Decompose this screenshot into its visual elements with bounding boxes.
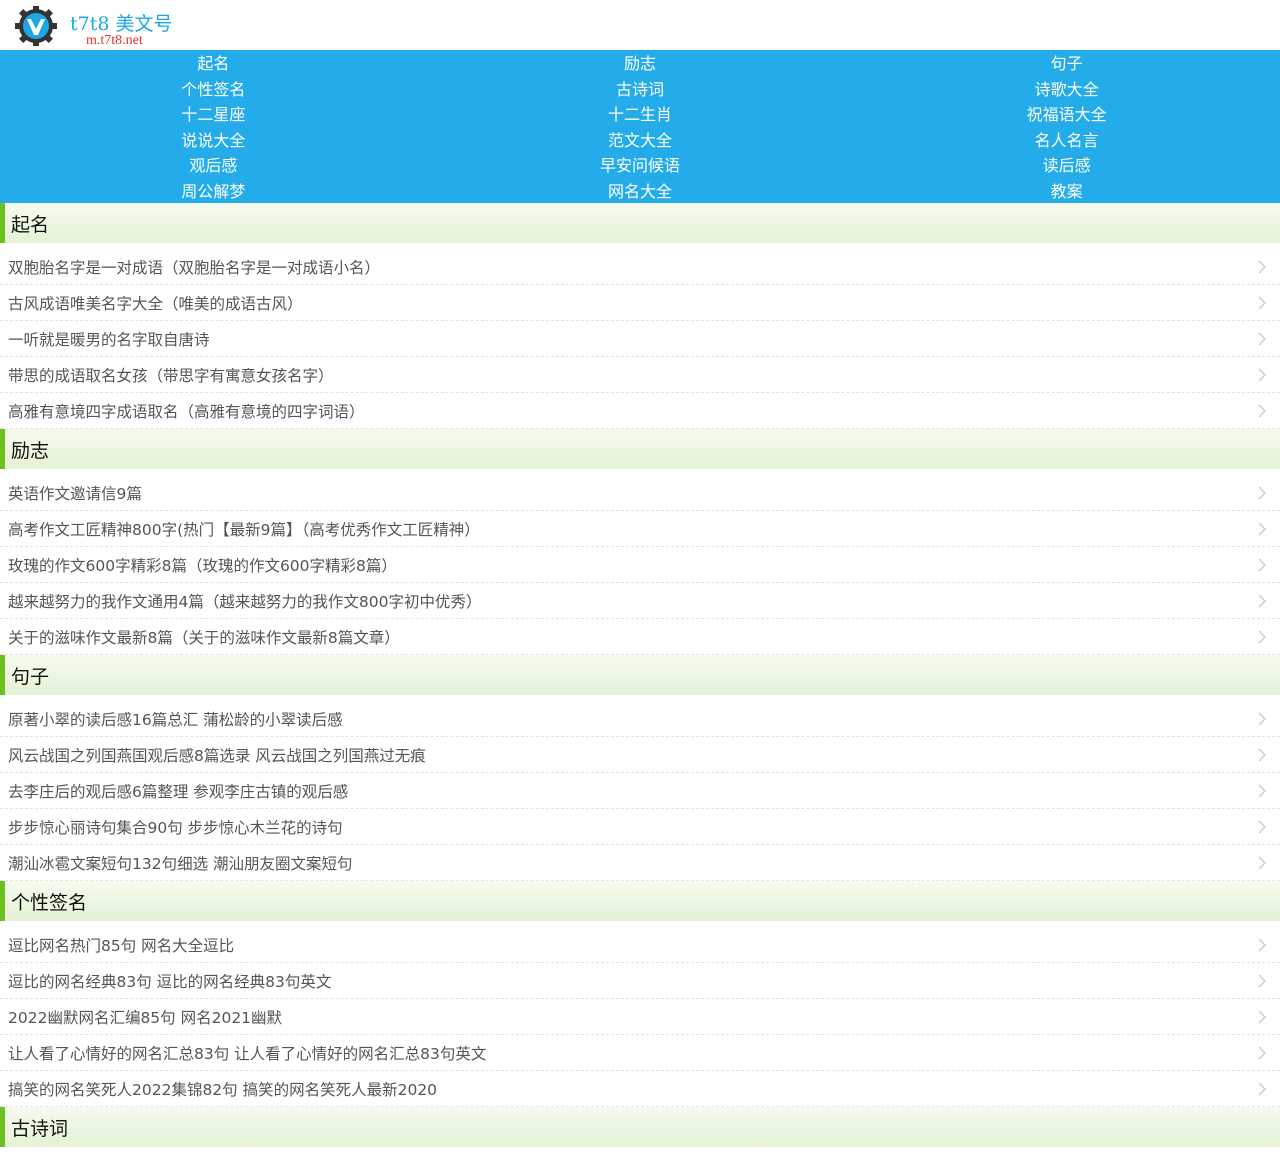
article-title-link[interactable]: 去李庄后的观后感6篇整理 参观李庄古镇的观后感 bbox=[8, 780, 348, 802]
nav-item[interactable]: 名人名言 bbox=[853, 128, 1280, 154]
section-heading[interactable]: 励志 bbox=[0, 429, 1280, 469]
chevron-right-icon bbox=[1256, 404, 1268, 418]
list-item[interactable]: 双胞胎名字是一对成语（双胞胎名字是一对成语小名） bbox=[0, 249, 1280, 285]
site-name-ascii: t7t8 bbox=[70, 13, 110, 35]
article-list: 英语作文邀请信9篇高考作文工匠精神800字(热门【最新9篇】（高考优秀作文工匠精… bbox=[0, 475, 1280, 655]
chevron-right-icon bbox=[1256, 748, 1268, 762]
chevron-right-icon bbox=[1256, 1082, 1268, 1096]
gear-logo-icon[interactable] bbox=[8, 6, 66, 46]
article-title-link[interactable]: 风云战国之列国燕国观后感8篇选录 风云战国之列国燕过无痕 bbox=[8, 744, 426, 766]
chevron-right-icon bbox=[1256, 296, 1268, 310]
list-item[interactable]: 让人看了心情好的网名汇总83句 让人看了心情好的网名汇总83句英文 bbox=[0, 1035, 1280, 1071]
list-item[interactable]: 带思的成语取名女孩（带思字有寓意女孩名字） bbox=[0, 357, 1280, 393]
nav-item[interactable]: 早安问候语 bbox=[427, 153, 854, 179]
nav-item[interactable]: 读后感 bbox=[853, 153, 1280, 179]
chevron-right-icon bbox=[1256, 260, 1268, 274]
article-list: 逗比网名热门85句 网名大全逗比逗比的网名经典83句 逗比的网名经典83句英文 2… bbox=[0, 927, 1280, 1107]
article-title-link[interactable]: 潮汕冰雹文案短句132句细选 潮汕朋友圈文案短句 bbox=[8, 852, 353, 874]
article-title-link[interactable]: 高雅有意境四字成语取名（高雅有意境的四字词语） bbox=[8, 400, 365, 422]
list-item[interactable]: 越来越努力的我作文通用4篇（越来越努力的我作文800字初中优秀） bbox=[0, 583, 1280, 619]
list-item[interactable]: 步步惊心丽诗句集合90句 步步惊心木兰花的诗句 bbox=[0, 809, 1280, 845]
nav-item[interactable]: 网名大全 bbox=[427, 179, 854, 205]
article-title-link[interactable]: 逗比网名热门85句 网名大全逗比 bbox=[8, 934, 234, 956]
nav-item[interactable]: 起名 bbox=[0, 51, 427, 77]
chevron-right-icon bbox=[1256, 856, 1268, 870]
content-sections: 起名双胞胎名字是一对成语（双胞胎名字是一对成语小名） 古风成语唯美名字大全（唯美的… bbox=[0, 203, 1280, 1147]
nav-item[interactable]: 十二生肖 bbox=[427, 102, 854, 128]
chevron-right-icon bbox=[1256, 712, 1268, 726]
list-item[interactable]: 2022幽默网名汇编85句 网名2021幽默 bbox=[0, 999, 1280, 1035]
article-title-link[interactable]: 逗比的网名经典83句 逗比的网名经典83句英文 bbox=[8, 970, 331, 992]
list-item[interactable]: 风云战国之列国燕国观后感8篇选录 风云战国之列国燕过无痕 bbox=[0, 737, 1280, 773]
article-title-link[interactable]: 高考作文工匠精神800字(热门【最新9篇】（高考优秀作文工匠精神） bbox=[8, 518, 480, 540]
article-title-link[interactable]: 让人看了心情好的网名汇总83句 让人看了心情好的网名汇总83句英文 bbox=[8, 1042, 486, 1064]
article-title-link[interactable]: 古风成语唯美名字大全（唯美的成语古风） bbox=[8, 292, 303, 314]
list-item[interactable]: 玫瑰的作文600字精彩8篇（玫瑰的作文600字精彩8篇） bbox=[0, 547, 1280, 583]
site-url: m.t7t8.net bbox=[86, 33, 143, 48]
category-nav: 起名 励志 句子个性签名 古诗词 诗歌大全十二星座 十二生肖 祝福语大全说说大全 范文大全 名人… bbox=[0, 50, 1280, 203]
nav-item[interactable]: 观后感 bbox=[0, 153, 427, 179]
list-item[interactable]: 高考作文工匠精神800字(热门【最新9篇】（高考优秀作文工匠精神） bbox=[0, 511, 1280, 547]
article-title-link[interactable]: 步步惊心丽诗句集合90句 步步惊心木兰花的诗句 bbox=[8, 816, 343, 838]
list-item[interactable]: 关于的滋味作文最新8篇（关于的滋味作文最新8篇文章） bbox=[0, 619, 1280, 655]
list-item[interactable]: 去李庄后的观后感6篇整理 参观李庄古镇的观后感 bbox=[0, 773, 1280, 809]
list-item[interactable]: 一听就是暖男的名字取自唐诗 bbox=[0, 321, 1280, 357]
chevron-right-icon bbox=[1256, 1010, 1268, 1024]
chevron-right-icon bbox=[1256, 594, 1268, 608]
list-item[interactable]: 潮汕冰雹文案短句132句细选 潮汕朋友圈文案短句 bbox=[0, 845, 1280, 881]
nav-item[interactable]: 句子 bbox=[853, 51, 1280, 77]
chevron-right-icon bbox=[1256, 368, 1268, 382]
nav-item[interactable]: 范文大全 bbox=[427, 128, 854, 154]
article-title-link[interactable]: 带思的成语取名女孩（带思字有寓意女孩名字） bbox=[8, 364, 334, 386]
article-title-link[interactable]: 2022幽默网名汇编85句 网名2021幽默 bbox=[8, 1006, 282, 1028]
chevron-right-icon bbox=[1256, 558, 1268, 572]
article-title-link[interactable]: 一听就是暖男的名字取自唐诗 bbox=[8, 328, 210, 350]
nav-item[interactable]: 教案 bbox=[853, 179, 1280, 205]
list-item[interactable]: 搞笑的网名笑死人2022集锦82句 搞笑的网名笑死人最新2020 bbox=[0, 1071, 1280, 1107]
section-heading[interactable]: 句子 bbox=[0, 655, 1280, 695]
nav-item[interactable]: 古诗词 bbox=[427, 77, 854, 103]
nav-item[interactable]: 十二星座 bbox=[0, 102, 427, 128]
site-name-cn: 美文号 bbox=[115, 13, 173, 35]
site-header: t7t8 美文号 m.t7t8.net bbox=[0, 0, 1280, 50]
nav-item[interactable]: 个性签名 bbox=[0, 77, 427, 103]
nav-item[interactable]: 周公解梦 bbox=[0, 179, 427, 205]
chevron-right-icon bbox=[1256, 522, 1268, 536]
list-item[interactable]: 英语作文邀请信9篇 bbox=[0, 475, 1280, 511]
chevron-right-icon bbox=[1256, 938, 1268, 952]
chevron-right-icon bbox=[1256, 630, 1268, 644]
chevron-right-icon bbox=[1256, 820, 1268, 834]
nav-item[interactable]: 诗歌大全 bbox=[853, 77, 1280, 103]
site-name[interactable]: t7t8 美文号 bbox=[70, 9, 173, 36]
article-title-link[interactable]: 关于的滋味作文最新8篇（关于的滋味作文最新8篇文章） bbox=[8, 626, 400, 648]
section-heading[interactable]: 古诗词 bbox=[0, 1107, 1280, 1147]
article-title-link[interactable]: 玫瑰的作文600字精彩8篇（玫瑰的作文600字精彩8篇） bbox=[8, 554, 397, 576]
article-title-link[interactable]: 原著小翠的读后感16篇总汇 蒲松龄的小翠读后感 bbox=[8, 708, 343, 730]
list-item[interactable]: 古风成语唯美名字大全（唯美的成语古风） bbox=[0, 285, 1280, 321]
chevron-right-icon bbox=[1256, 974, 1268, 988]
list-item[interactable]: 高雅有意境四字成语取名（高雅有意境的四字词语） bbox=[0, 393, 1280, 429]
nav-item[interactable]: 说说大全 bbox=[0, 128, 427, 154]
chevron-right-icon bbox=[1256, 332, 1268, 346]
section-heading[interactable]: 个性签名 bbox=[0, 881, 1280, 921]
section-heading[interactable]: 起名 bbox=[0, 203, 1280, 243]
chevron-right-icon bbox=[1256, 1046, 1268, 1060]
article-list: 双胞胎名字是一对成语（双胞胎名字是一对成语小名） 古风成语唯美名字大全（唯美的成语… bbox=[0, 249, 1280, 429]
nav-item[interactable]: 励志 bbox=[427, 51, 854, 77]
list-item[interactable]: 逗比的网名经典83句 逗比的网名经典83句英文 bbox=[0, 963, 1280, 999]
list-item[interactable]: 原著小翠的读后感16篇总汇 蒲松龄的小翠读后感 bbox=[0, 701, 1280, 737]
chevron-right-icon bbox=[1256, 784, 1268, 798]
article-title-link[interactable]: 英语作文邀请信9篇 bbox=[8, 482, 142, 504]
chevron-right-icon bbox=[1256, 486, 1268, 500]
list-item[interactable]: 逗比网名热门85句 网名大全逗比 bbox=[0, 927, 1280, 963]
article-list: 原著小翠的读后感16篇总汇 蒲松龄的小翠读后感风云战国之列国燕国观后感8篇选录 … bbox=[0, 701, 1280, 881]
article-title-link[interactable]: 搞笑的网名笑死人2022集锦82句 搞笑的网名笑死人最新2020 bbox=[8, 1078, 437, 1100]
article-title-link[interactable]: 双胞胎名字是一对成语（双胞胎名字是一对成语小名） bbox=[8, 256, 380, 278]
nav-item[interactable]: 祝福语大全 bbox=[853, 102, 1280, 128]
article-title-link[interactable]: 越来越努力的我作文通用4篇（越来越努力的我作文800字初中优秀） bbox=[8, 590, 481, 612]
